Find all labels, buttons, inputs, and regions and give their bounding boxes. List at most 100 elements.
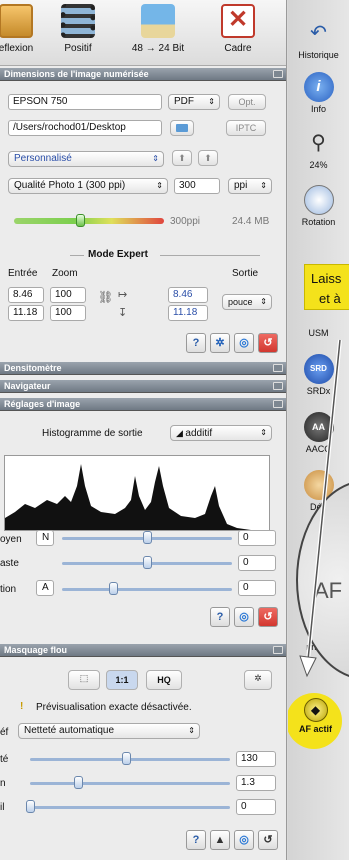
reglage-row-1-thumb[interactable] — [143, 531, 152, 544]
zoom-height[interactable]: 100 — [50, 305, 86, 321]
settings-button[interactable]: ✲ — [210, 333, 230, 353]
callout-line-1: Laiss — [311, 271, 342, 286]
section-reglages-header[interactable]: Réglages d'image — [0, 398, 286, 411]
masq-row-2-value[interactable]: 1.3 — [236, 775, 276, 791]
masq-row-3-thumb[interactable] — [26, 800, 35, 813]
section-masquage-header[interactable]: Masquage flou — [0, 644, 286, 657]
masq-row-3-label: il — [0, 802, 5, 813]
folder-icon — [176, 124, 188, 132]
reset-icon: ↺ — [263, 337, 273, 349]
masq-row-1-label: té — [0, 754, 9, 765]
reset-button[interactable]: ↺ — [258, 333, 278, 353]
toolbar-cadre[interactable]: ✕ Cadre — [208, 4, 268, 54]
reglage-row-3-track[interactable] — [62, 588, 232, 591]
chain-link-icon[interactable]: ⛓ — [98, 290, 113, 304]
help-icon: ? — [192, 337, 200, 349]
magnifier-icon: ◎ — [239, 834, 249, 846]
iptc-button[interactable]: IPTC — [226, 120, 266, 136]
input-width[interactable]: 8.46 — [8, 287, 44, 303]
film-icon — [61, 4, 95, 38]
resolution-meter[interactable] — [14, 218, 164, 224]
reglage-row-1-value[interactable]: 0 — [238, 530, 276, 546]
toolbar-positif[interactable]: Positif — [48, 4, 108, 54]
sidebar-zoom[interactable]: ⚲ 24% — [288, 128, 349, 170]
reglages-preview-button[interactable]: ◎ — [234, 607, 254, 627]
sidebar-historique[interactable]: ↶ Historique — [288, 18, 349, 60]
reglage-row-2-value[interactable]: 0 — [238, 555, 276, 571]
updown-icon: ⇕ — [188, 726, 195, 735]
frame-mode-button[interactable]: ⬚ — [68, 670, 100, 690]
toolbar-bitdepth[interactable]: 48 → 24 Bit — [128, 4, 188, 54]
preview-button[interactable]: ◎ — [234, 333, 254, 353]
reglage-row-3-value[interactable]: 0 — [238, 580, 276, 596]
preset-delete-button[interactable]: ⬆ — [198, 150, 218, 166]
masquage-help-button[interactable]: ? — [186, 830, 206, 850]
collapse-icon[interactable] — [273, 382, 283, 390]
preset-select[interactable]: Personnalisé ⇕ — [8, 151, 164, 167]
section-dimensions-header[interactable]: Dimensions de l'image numérisée — [0, 68, 286, 81]
unit-select[interactable]: pouce ⇕ — [222, 294, 272, 310]
masq-row-2-thumb[interactable] — [74, 776, 83, 789]
help-button[interactable]: ? — [186, 333, 206, 353]
ppi-unit-select[interactable]: ppi ⇕ — [228, 178, 272, 194]
format-select[interactable]: PDF ⇕ — [168, 94, 220, 110]
histogram-mode-select[interactable]: ◢ additif ⇕ — [170, 425, 272, 441]
reglages-reset-button[interactable]: ↺ — [258, 607, 278, 627]
reglage-row-2-thumb[interactable] — [143, 556, 152, 569]
masq-row-1-thumb[interactable] — [122, 752, 131, 765]
ppi-field[interactable]: 300 — [174, 178, 220, 194]
quality-select[interactable]: Qualité Photo 1 (300 ppi) ⇕ — [8, 178, 168, 194]
updown-icon: ⇕ — [208, 97, 215, 106]
meter-ppi: 300ppi — [170, 216, 201, 227]
masq-row-2-track[interactable] — [30, 782, 230, 785]
col-entree: Entrée — [8, 268, 38, 279]
collapse-icon[interactable] — [273, 364, 283, 372]
sidebar-rotation[interactable]: Rotation — [288, 185, 349, 227]
sidebar-af-actif-label: AF actif — [298, 724, 332, 734]
toolbar-reflexion-label: eflexion — [0, 43, 34, 54]
scanner-field[interactable]: EPSON 750 — [8, 94, 162, 110]
collapse-icon[interactable] — [273, 70, 283, 78]
resolution-thumb[interactable] — [76, 214, 85, 227]
col-sortie: Sortie — [232, 268, 259, 279]
zoom-width[interactable]: 100 — [50, 287, 86, 303]
masq-row-3-value[interactable]: 0 — [236, 799, 276, 815]
reglage-row-3-thumb[interactable] — [109, 582, 118, 595]
reset-icon: ↺ — [263, 834, 273, 846]
rotation-icon — [303, 185, 334, 215]
input-height[interactable]: 11.18 — [8, 305, 44, 321]
folder-button[interactable] — [170, 120, 194, 136]
sidebar-info[interactable]: i Info — [288, 72, 349, 114]
updown-icon: ⇕ — [260, 428, 267, 437]
masq-row-3-track[interactable] — [30, 806, 230, 809]
reglage-row-1-badge[interactable]: N — [36, 530, 54, 546]
mode-hq-button[interactable]: HQ — [146, 670, 182, 690]
reglage-row-3-badge[interactable]: A — [36, 580, 54, 596]
sidebar-af-actif[interactable]: ◆ AF actif — [288, 698, 346, 734]
opt-button[interactable]: Opt. — [228, 94, 266, 110]
reglages-help-button[interactable]: ? — [210, 607, 230, 627]
mode-11-button[interactable]: 1:1 — [106, 670, 138, 690]
masquage-reset-button[interactable]: ↺ — [258, 830, 278, 850]
masquage-graduate-button[interactable]: ▲ — [210, 830, 230, 850]
preset-save-button[interactable]: ⬆ — [172, 150, 192, 166]
collapse-icon[interactable] — [273, 400, 283, 408]
collapse-icon[interactable] — [273, 646, 283, 654]
section-densito-header[interactable]: Densitomètre — [0, 362, 286, 375]
gear-icon: ✲ — [215, 337, 225, 349]
toolbar-bitdepth-label: 48 → 24 Bit — [131, 43, 185, 54]
path-field[interactable]: /Users/rochod01/Desktop — [8, 120, 162, 136]
section-navigateur-header[interactable]: Navigateur — [0, 380, 286, 393]
toolbar-reflexion[interactable]: eflexion — [0, 4, 46, 54]
reflexion-icon — [0, 4, 33, 38]
filter-select[interactable]: Netteté automatique ⇕ — [18, 723, 200, 739]
masquage-preview-button[interactable]: ◎ — [234, 830, 254, 850]
height-arrow-icon: ↧ — [118, 307, 128, 319]
masquage-settings-button[interactable]: ✲ — [244, 670, 272, 690]
toolbar-positif-label: Positif — [64, 43, 92, 54]
histogram-curve — [5, 464, 251, 530]
mode-expert-label: Mode Expert — [88, 249, 149, 260]
output-width[interactable]: 8.46 — [168, 287, 208, 303]
masq-row-1-value[interactable]: 130 — [236, 751, 276, 767]
output-height[interactable]: 11.18 — [168, 305, 208, 321]
